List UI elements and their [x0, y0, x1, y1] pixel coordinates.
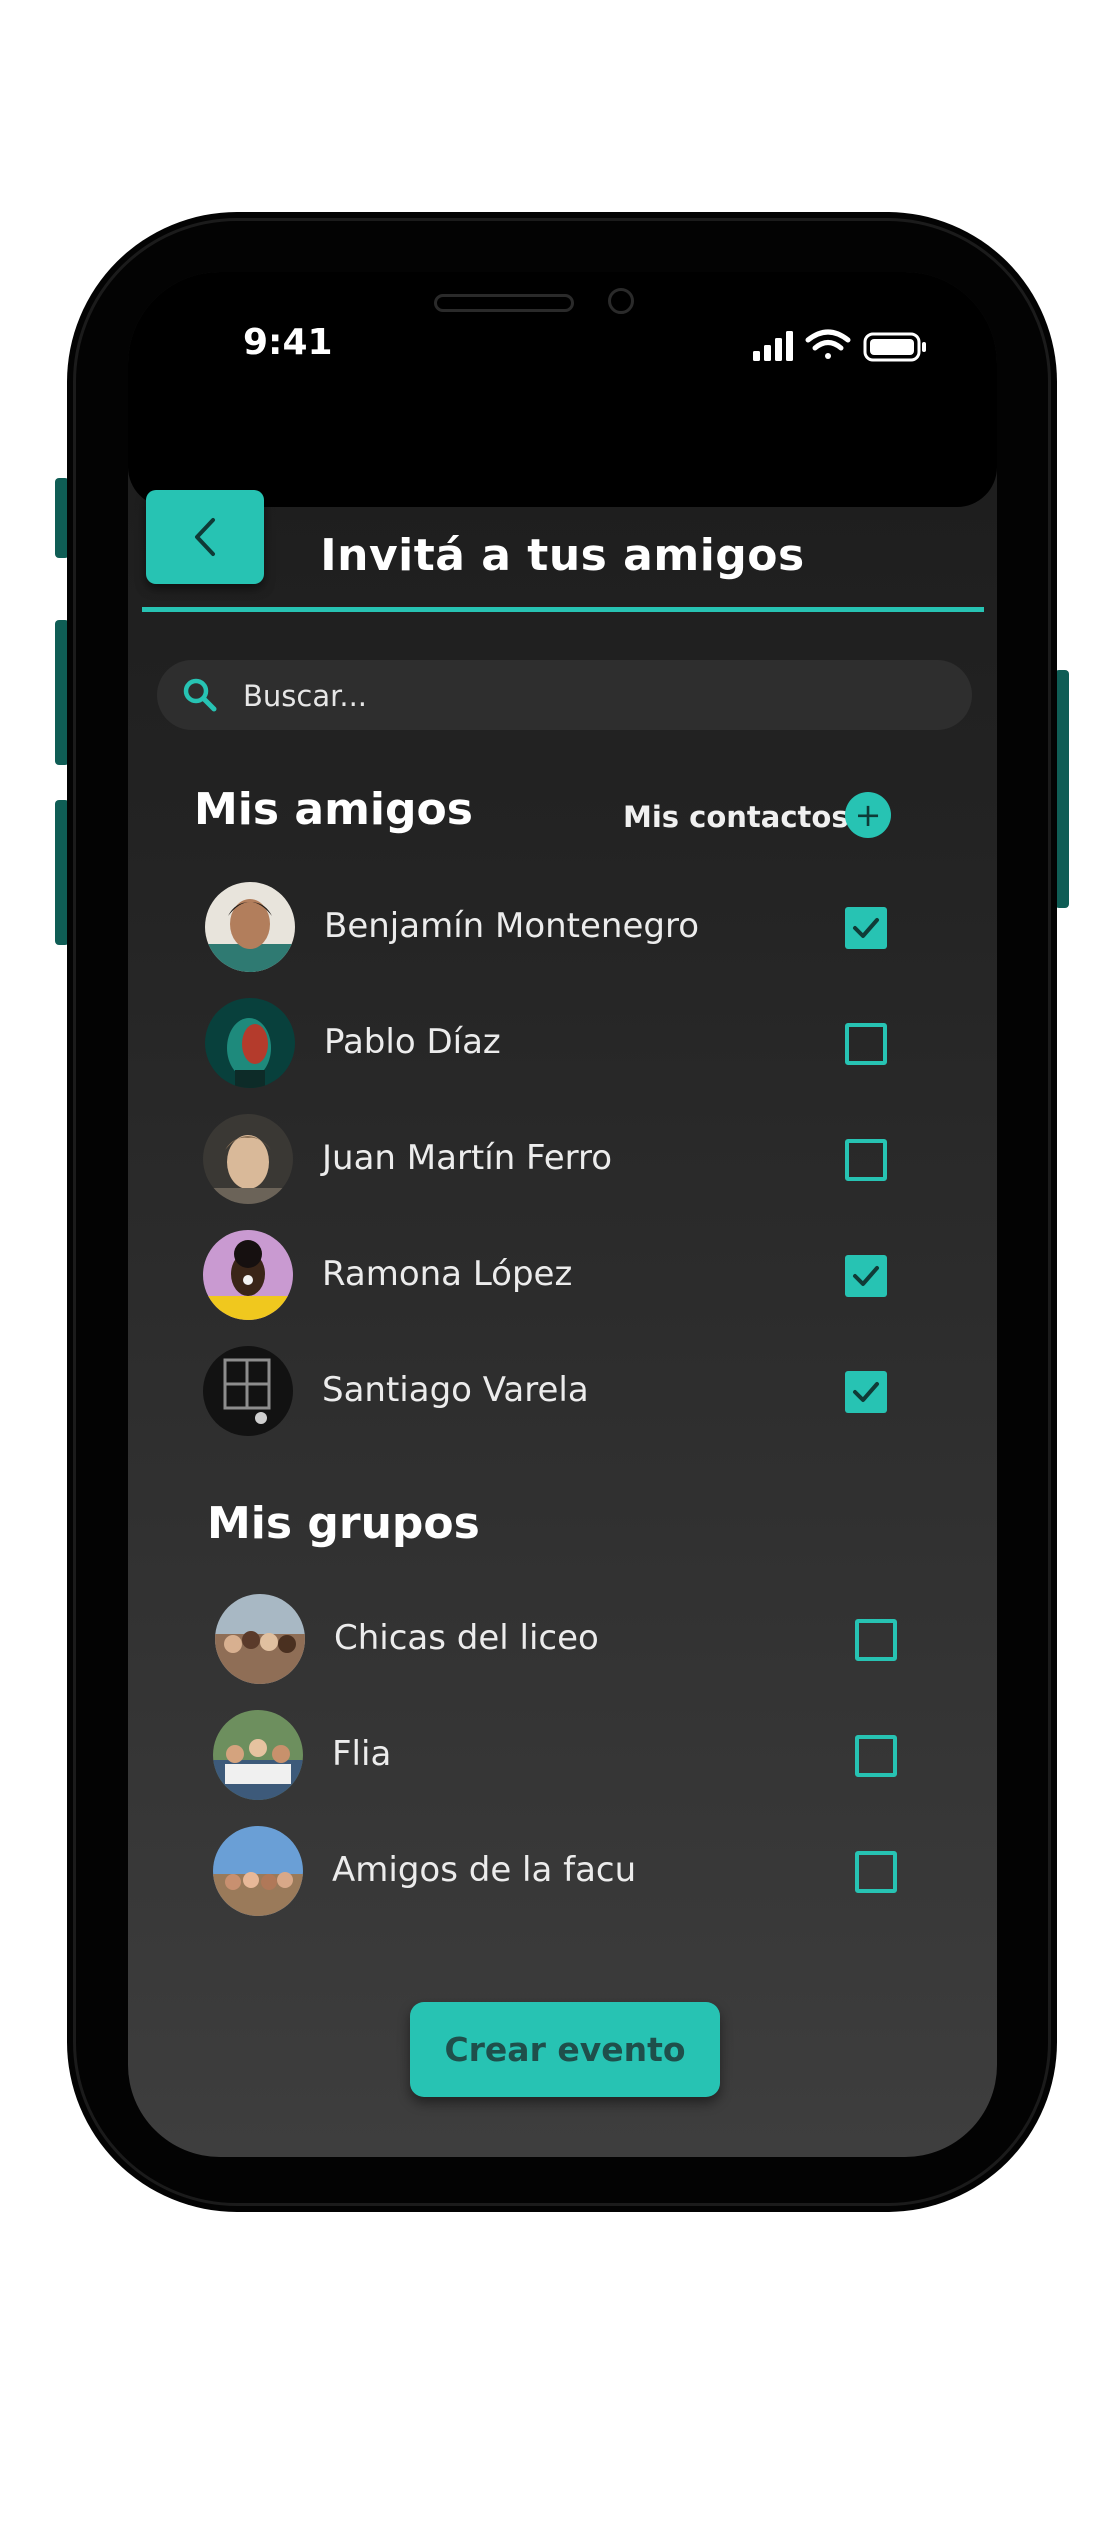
friends-section-title: Mis amigos [194, 784, 473, 835]
group-name: Flia [332, 1734, 392, 1774]
avatar-flia [213, 1710, 303, 1800]
notch [338, 272, 798, 342]
plus-icon: + [854, 796, 882, 834]
avatar-pablo [205, 998, 295, 1088]
wifi-icon [805, 329, 851, 359]
group-row: Chicas del liceo [128, 1594, 997, 1684]
group-checkbox[interactable] [855, 1735, 897, 1777]
search-input[interactable]: Buscar... [157, 660, 972, 730]
group-checkbox[interactable] [855, 1619, 897, 1661]
create-event-button[interactable]: Crear evento [410, 2002, 720, 2097]
friend-name: Pablo Díaz [324, 1022, 501, 1062]
groups-section-title: Mis grupos [207, 1498, 480, 1549]
group-row: Flia [128, 1710, 997, 1800]
phone-power-button [1055, 670, 1069, 908]
avatar-benjamin [205, 882, 295, 972]
avatar-juan-martin [203, 1114, 293, 1204]
friend-checkbox[interactable] [845, 1255, 887, 1297]
status-time: 9:41 [243, 322, 333, 363]
friend-row: Pablo Díaz [128, 998, 997, 1088]
checkmark-icon [853, 1266, 879, 1286]
checkmark-icon [853, 1382, 879, 1402]
group-checkbox[interactable] [855, 1851, 897, 1893]
signal-icon [753, 331, 793, 361]
phone-screen: 9:41 Invitá a tus amigos Buscar... Mis a… [128, 272, 997, 2157]
status-bar: 9:41 [128, 272, 997, 507]
friend-checkbox[interactable] [845, 1139, 887, 1181]
friend-checkbox[interactable] [845, 1371, 887, 1413]
friend-checkbox[interactable] [845, 907, 887, 949]
battery-icon [863, 332, 926, 362]
group-name: Amigos de la facu [332, 1850, 637, 1890]
avatar-chicas-del-liceo [215, 1594, 305, 1684]
group-name: Chicas del liceo [334, 1618, 599, 1658]
search-icon [183, 678, 217, 712]
page-title: Invitá a tus amigos [320, 530, 805, 581]
friend-row: Juan Martín Ferro [128, 1114, 997, 1204]
friend-row: Benjamín Montenegro [128, 882, 997, 972]
friend-name: Ramona López [322, 1254, 573, 1294]
friend-name: Santiago Varela [322, 1370, 589, 1410]
checkmark-icon [853, 918, 879, 938]
avatar-santiago [203, 1346, 293, 1436]
group-row: Amigos de la facu [128, 1826, 997, 1916]
speaker-grille [434, 294, 574, 312]
my-contacts-link[interactable]: Mis contactos [623, 800, 849, 834]
friend-checkbox[interactable] [845, 1023, 887, 1065]
status-icons [753, 327, 953, 363]
add-contact-button[interactable]: + [845, 792, 891, 838]
friend-row: Santiago Varela [128, 1346, 997, 1436]
avatar-ramona [203, 1230, 293, 1320]
title-underline [142, 607, 984, 612]
avatar-amigos-de-la-facu [213, 1826, 303, 1916]
friend-name: Benjamín Montenegro [324, 906, 700, 946]
friend-row: Ramona López [128, 1230, 997, 1320]
search-placeholder: Buscar... [243, 679, 368, 713]
front-camera [608, 288, 634, 314]
friend-name: Juan Martín Ferro [322, 1138, 613, 1178]
